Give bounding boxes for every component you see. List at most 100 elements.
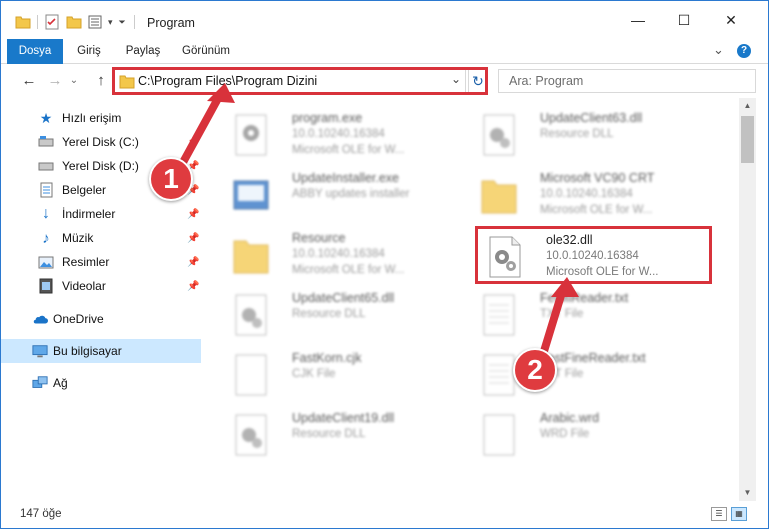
- tab-file[interactable]: Dosya: [7, 39, 63, 64]
- file-highlight-box: [475, 226, 712, 284]
- file-detail: 10.0.10240.16384: [292, 128, 385, 140]
- search-box[interactable]: Ara: Program: [498, 69, 756, 93]
- sidebar-item-onedrive[interactable]: OneDrive: [1, 307, 201, 331]
- file-item[interactable]: UpdateInstaller.exe ABBY updates install…: [224, 165, 469, 223]
- dll-gear-icon: [483, 114, 515, 156]
- ribbon-tabs: Dosya Giriş Paylaş Görünüm ⌄ ?: [1, 39, 768, 64]
- sidebar-item-pictures[interactable]: Resimler 📌: [1, 250, 201, 274]
- search-placeholder[interactable]: Ara: Program: [509, 74, 583, 88]
- file-item[interactable]: UpdateClient19.dll Resource DLL: [224, 405, 469, 463]
- file-name: Arabic.wrd: [540, 411, 600, 425]
- tab-home[interactable]: Giriş: [67, 39, 111, 64]
- sidebar-item-label: OneDrive: [53, 312, 104, 326]
- recent-locations-button[interactable]: ⌄: [67, 70, 81, 92]
- customize-toolbar-icon[interactable]: ⏷: [119, 17, 126, 28]
- title-bar: ▾ ⏷ Program — ☐ ✕: [1, 1, 768, 39]
- folder-icon: [233, 240, 269, 274]
- forward-button[interactable]: →: [45, 70, 65, 92]
- pin-icon: 📌: [187, 256, 200, 268]
- sidebar-item-local-disk-c[interactable]: Yerel Disk (C:) 📌: [1, 130, 201, 154]
- cloud-icon: [32, 311, 48, 327]
- downloads-icon: ↓: [42, 205, 50, 222]
- file-detail: ABBY updates installer: [292, 188, 410, 200]
- maximize-button[interactable]: ☐: [661, 1, 707, 39]
- file-item[interactable]: UpdateClient63.dll Resource DLL: [472, 105, 717, 163]
- new-folder-icon[interactable]: [66, 14, 82, 30]
- file-item[interactable]: UpdateClient65.dll Resource DLL: [224, 285, 469, 343]
- scroll-up-icon[interactable]: ▲: [739, 98, 756, 114]
- sidebar-item-music[interactable]: ♪ Müzik 📌: [1, 226, 201, 250]
- details-view-icon[interactable]: ☰: [711, 507, 727, 521]
- ribbon-expand-icon[interactable]: ⌄: [713, 42, 724, 58]
- sidebar-item-label: Müzik: [62, 231, 94, 245]
- sidebar-item-label: Hızlı erişim: [62, 111, 122, 125]
- file-item[interactable]: Arabic.wrd WRD File: [472, 405, 717, 463]
- view-options-icon[interactable]: [88, 14, 106, 30]
- window-title: Program: [147, 16, 195, 30]
- file-detail: Microsoft OLE for W...: [292, 144, 405, 156]
- folder-icon[interactable]: [15, 14, 31, 30]
- file-name: UpdateClient19.dll: [292, 411, 395, 425]
- file-name: UpdateClient63.dll: [540, 111, 643, 125]
- drive-icon: [38, 158, 54, 174]
- file-detail: Resource DLL: [292, 428, 366, 440]
- minimize-button[interactable]: —: [615, 1, 661, 39]
- sidebar-item-label: Bu bilgisayar: [53, 344, 122, 358]
- address-highlight-box: [112, 67, 488, 95]
- close-button[interactable]: ✕: [708, 1, 754, 39]
- step-2-badge: 2: [513, 348, 557, 392]
- step-1-badge: 1: [149, 157, 193, 201]
- music-icon: ♪: [42, 229, 50, 247]
- file-item[interactable]: Resource 10.0.10240.16384 Microsoft OLE …: [224, 225, 469, 283]
- file-name: UpdateClient65.dll: [292, 291, 395, 305]
- folder-icon: [481, 180, 517, 214]
- help-icon[interactable]: ?: [737, 44, 751, 58]
- tab-view[interactable]: Görünüm: [174, 39, 238, 64]
- file-item[interactable]: FastFineReader.txt TXT File: [472, 345, 717, 403]
- vertical-scrollbar[interactable]: ▲ ▼: [739, 98, 756, 501]
- file-item[interactable]: Microsoft VC90 CRT 10.0.10240.16384 Micr…: [472, 165, 717, 223]
- quick-access-toolbar: ▾ ⏷: [15, 13, 135, 31]
- documents-icon: [38, 182, 54, 198]
- sidebar-item-label: İndirmeler: [62, 207, 116, 221]
- properties-icon[interactable]: [44, 14, 60, 30]
- sidebar-item-label: Yerel Disk (C:): [62, 135, 139, 149]
- pin-icon: 📌: [187, 232, 200, 244]
- pin-icon: 📌: [187, 136, 200, 148]
- file-item[interactable]: FetMiReader.txt TXT File: [472, 285, 717, 343]
- sidebar-item-quick-access[interactable]: ★ Hızlı erişim: [1, 106, 201, 130]
- file-list: program.exe 10.0.10240.16384 Microsoft O…: [206, 103, 739, 501]
- blank-file-icon: [483, 414, 515, 456]
- qa-dropdown-icon[interactable]: ▾: [108, 17, 113, 28]
- file-detail: TXT File: [540, 308, 584, 320]
- file-name: FetMiReader.txt: [540, 291, 629, 305]
- file-detail: CJK File: [292, 368, 336, 380]
- file-detail: Microsoft OLE for W...: [292, 264, 405, 276]
- up-button[interactable]: ↑: [91, 70, 111, 92]
- file-detail: WRD File: [540, 428, 590, 440]
- file-name: Microsoft VC90 CRT: [540, 171, 655, 185]
- text-file-icon: [483, 294, 515, 336]
- file-item[interactable]: FastKorn.cjk CJK File: [224, 345, 469, 403]
- pin-icon: 📌: [187, 280, 200, 292]
- item-count: 147 öğe: [20, 508, 62, 520]
- file-name: FastKorn.cjk: [292, 351, 362, 365]
- videos-icon: [38, 278, 54, 294]
- file-item[interactable]: program.exe 10.0.10240.16384 Microsoft O…: [224, 105, 469, 163]
- tab-share[interactable]: Paylaş: [118, 39, 168, 64]
- star-icon: ★: [39, 109, 53, 126]
- exe-gear-icon: [235, 114, 267, 156]
- sidebar-item-this-pc[interactable]: Bu bilgisayar: [1, 339, 201, 363]
- back-button[interactable]: ←: [19, 70, 39, 92]
- scroll-down-icon[interactable]: ▼: [739, 485, 756, 501]
- sidebar-item-downloads[interactable]: ↓ İndirmeler 📌: [1, 202, 201, 226]
- sidebar-item-network[interactable]: Ağ: [1, 371, 201, 395]
- sidebar-item-label: Ağ: [53, 376, 68, 390]
- pin-icon: 📌: [187, 208, 200, 220]
- dll-gear-icon: [235, 294, 267, 336]
- computer-icon: [32, 343, 48, 359]
- sidebar-item-videos[interactable]: Videolar 📌: [1, 274, 201, 298]
- file-detail: 10.0.10240.16384: [540, 188, 633, 200]
- scrollbar-thumb[interactable]: [741, 116, 754, 163]
- large-icons-view-icon[interactable]: ▦: [731, 507, 747, 521]
